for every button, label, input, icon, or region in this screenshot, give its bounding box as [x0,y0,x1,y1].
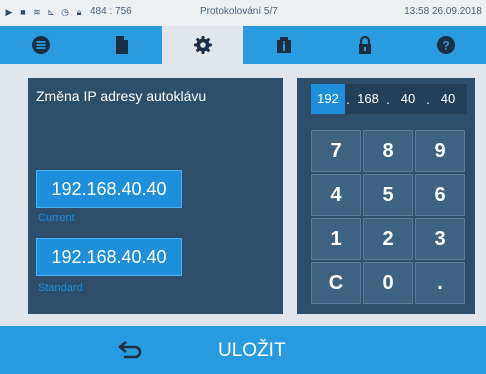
clock-icon: ◷ [61,7,69,17]
tab-settings[interactable] [162,26,243,64]
tab-bar: ? [0,26,486,64]
play-icon: ▶ [5,7,13,17]
key-8[interactable]: 8 [363,130,413,172]
key-7[interactable]: 7 [311,130,361,172]
chart-icon: ⊾ [47,7,55,17]
ip-address-panel: Změna IP adresy autoklávu 192.168.40.40 … [28,78,283,314]
tab-document[interactable] [81,26,162,64]
svg-text:?: ? [442,39,449,53]
tab-lock[interactable] [324,26,405,64]
coordinates-readout: 484 : 756 [90,6,132,17]
octet-2[interactable]: 168 [351,84,385,114]
keypad-panel: 192 . 168 . 40 . 40 7 8 9 4 5 6 1 2 3 C … [297,78,475,314]
key-clear[interactable]: C [311,262,361,304]
signal-icon: ≋ [33,7,41,17]
current-ip-label: Current [38,212,75,224]
back-icon[interactable] [118,338,144,362]
key-9[interactable]: 9 [415,130,465,172]
key-3[interactable]: 3 [415,218,465,260]
key-1[interactable]: 1 [311,218,361,260]
lock-icon [358,35,371,54]
help-icon: ? [436,36,455,54]
tab-info[interactable] [243,26,324,64]
key-dot[interactable]: . [415,262,465,304]
tab-help[interactable]: ? [405,26,486,64]
document-icon [115,36,128,54]
key-0[interactable]: 0 [363,262,413,304]
status-icons: ▶ ■ ≋ ⊾ ◷ 🔒︎ [4,7,84,18]
document-icon: ■ [20,7,26,17]
panel-heading: Změna IP adresy autoklávu [36,88,207,104]
lock-icon: 🔒︎ [76,7,82,17]
key-5[interactable]: 5 [363,174,413,216]
time-text: 13:58 [404,6,430,17]
save-button[interactable]: ULOŽIT [218,340,286,362]
key-4[interactable]: 4 [311,174,361,216]
status-bar: ▶ ■ ≋ ⊾ ◷ 🔒︎ 484 : 756 Protokolování 5/7… [0,0,486,26]
status-title: Protokolování 5/7 [200,6,278,17]
octet-3[interactable]: 40 [391,84,425,114]
current-ip-button[interactable]: 192.168.40.40 [36,170,182,208]
tab-list[interactable] [0,26,81,64]
datetime: 13:58 26.09.2018 [404,6,482,17]
standard-ip-label: Standard [38,282,83,294]
octet-1[interactable]: 192 [311,84,345,114]
bottom-bar: ULOŽIT [0,326,486,374]
key-6[interactable]: 6 [415,174,465,216]
octet-4[interactable]: 40 [431,84,465,114]
info-icon [276,37,291,53]
date-text: 26.09.2018 [431,6,482,17]
ip-input-field: 192 . 168 . 40 . 40 [311,84,467,114]
gear-icon [193,36,212,54]
standard-ip-button[interactable]: 192.168.40.40 [36,238,182,276]
key-2[interactable]: 2 [363,218,413,260]
list-icon [31,36,50,54]
numeric-keypad: 7 8 9 4 5 6 1 2 3 C 0 . [311,130,467,304]
